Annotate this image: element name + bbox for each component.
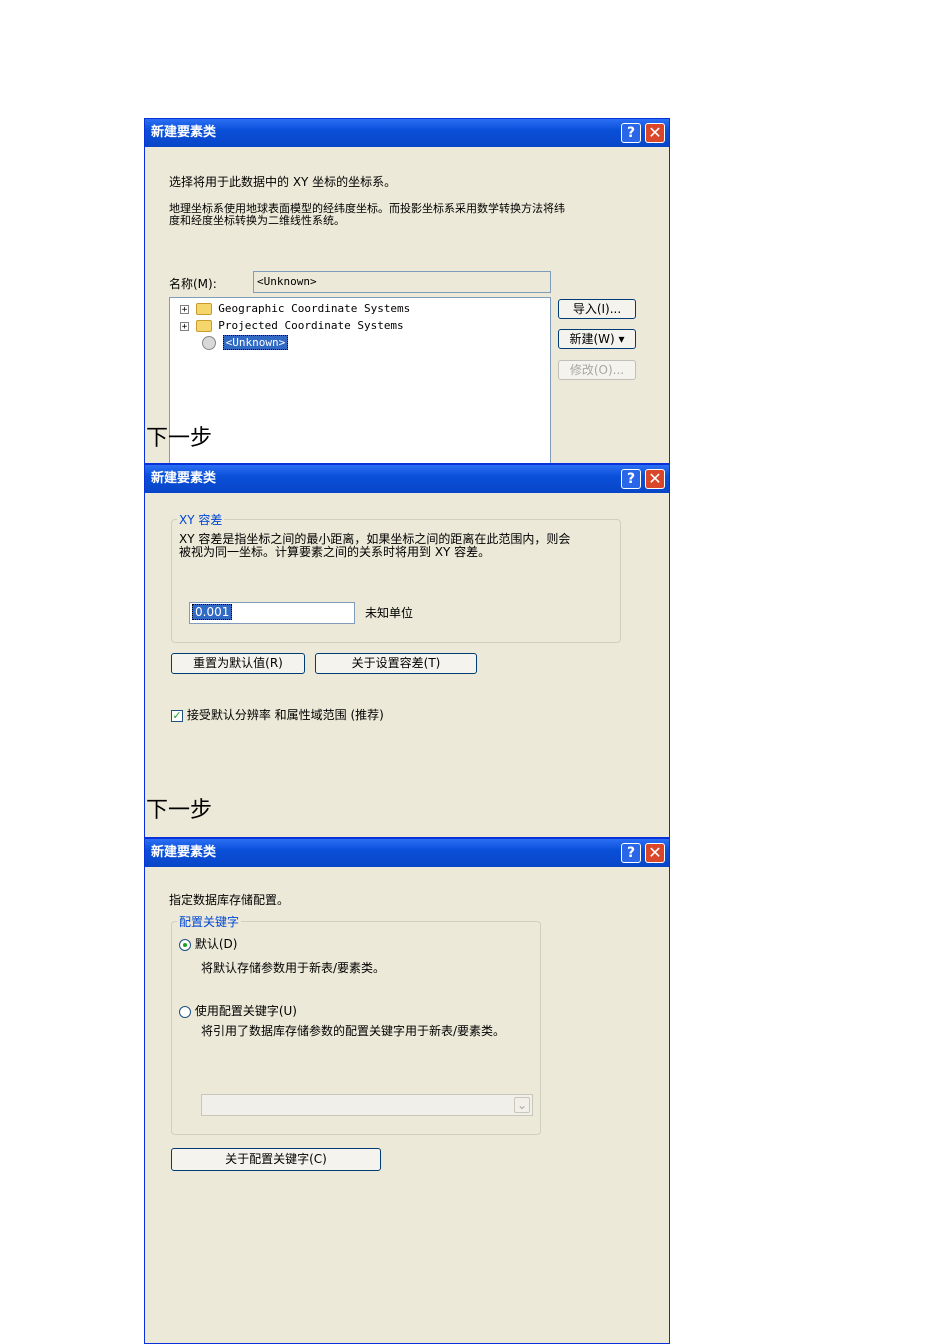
chevron-down-icon: ▾: [618, 332, 625, 346]
configuration-keyword-select: ⌄: [201, 1094, 533, 1116]
title-bar: 新建要素类 ? ✕: [145, 119, 669, 147]
chevron-down-icon: ⌄: [514, 1097, 530, 1113]
check-icon[interactable]: ✓: [171, 709, 183, 722]
help-button[interactable]: ?: [621, 123, 641, 143]
tolerance-value: 0.001: [192, 604, 233, 620]
intro-text: 指定数据库存储配置。: [169, 893, 290, 907]
about-keyword-button[interactable]: 关于配置关键字(C): [171, 1148, 381, 1171]
unit-label: 未知单位: [365, 606, 414, 620]
expand-icon[interactable]: +: [180, 304, 189, 314]
help-button[interactable]: ?: [621, 469, 641, 489]
tolerance-input[interactable]: 0.001: [189, 602, 355, 624]
description-text: XY 容差是指坐标之间的最小距离，如果坐标之间的距离在此范围内，则会 被视为同一…: [179, 533, 570, 559]
close-button[interactable]: ✕: [645, 843, 665, 863]
folder-icon: [195, 320, 212, 332]
folder-icon: [195, 303, 212, 315]
tree-item-geographic[interactable]: + Geographic Coordinate Systems: [180, 302, 410, 315]
radio-label: 使用配置关键字(U): [194, 1004, 297, 1018]
import-button[interactable]: 导入(I)...: [558, 299, 636, 319]
accept-default-checkbox[interactable]: ✓ 接受默认分辨率 和属性域范围 (推荐): [171, 706, 384, 723]
about-tolerance-button[interactable]: 关于设置容差(T): [315, 653, 477, 674]
xy-tolerance-dialog: 新建要素类 ? ✕ XY 容差 XY 容差是指坐标之间的最小距离，如果坐标之间的…: [144, 464, 670, 838]
tree-item-unknown[interactable]: <Unknown>: [202, 335, 289, 350]
description-line: 度和经度坐标转换为二维线性系统。: [169, 214, 345, 227]
tree-item-label: <Unknown>: [222, 335, 289, 350]
tree-item-label: Projected Coordinate Systems: [218, 319, 404, 332]
dialog-title: 新建要素类: [151, 125, 217, 140]
description-text: 地理坐标系使用地球表面模型的经纬度坐标。而投影坐标系采用数学转换方法将纬 度和经…: [169, 203, 565, 227]
title-bar: 新建要素类 ? ✕: [145, 839, 669, 867]
default-description: 将默认存储参数用于新表/要素类。: [201, 961, 386, 975]
checkbox-label: 接受默认分辨率 和属性域范围 (推荐): [186, 708, 384, 722]
radio-label: 默认(D): [194, 937, 238, 951]
new-button[interactable]: 新建(W) ▾: [558, 329, 636, 349]
use-keyword-radio[interactable]: 使用配置关键字(U): [179, 1002, 297, 1019]
intro-text: 选择将用于此数据中的 XY 坐标的坐标系。: [169, 175, 397, 189]
group-label: XY 容差: [177, 511, 225, 528]
expand-icon[interactable]: +: [180, 321, 189, 331]
name-label: 名称(M):: [169, 277, 217, 291]
group-label: 配置关键字: [177, 913, 242, 930]
tree-item-projected[interactable]: + Projected Coordinate Systems: [180, 319, 404, 332]
next-step-label: 下一步: [146, 426, 213, 451]
new-button-label: 新建(W): [569, 332, 615, 346]
radio-selected-icon[interactable]: [179, 938, 191, 951]
dialog-title: 新建要素类: [151, 471, 217, 486]
radio-icon[interactable]: [179, 1005, 191, 1018]
dialog-title: 新建要素类: [151, 845, 217, 860]
configuration-keyword-dialog: 新建要素类 ? ✕ 指定数据库存储配置。 配置关键字 默认(D) 将默认存储参数…: [144, 838, 670, 1344]
coordinate-system-tree[interactable]: + Geographic Coordinate Systems + Projec…: [169, 297, 551, 463]
reset-default-button[interactable]: 重置为默认值(R): [171, 653, 305, 674]
use-keyword-description: 将引用了数据库存储参数的配置关键字用于新表/要素类。: [201, 1024, 506, 1038]
coordinate-system-dialog: 新建要素类 ? ✕ 选择将用于此数据中的 XY 坐标的坐标系。 地理坐标系使用地…: [144, 118, 670, 464]
close-button[interactable]: ✕: [645, 469, 665, 489]
name-field: <Unknown>: [253, 271, 551, 293]
help-button[interactable]: ?: [621, 843, 641, 863]
tree-item-label: Geographic Coordinate Systems: [218, 302, 411, 315]
default-radio[interactable]: 默认(D): [179, 935, 237, 952]
description-line: 被视为同一坐标。计算要素之间的关系时将用到 XY 容差。: [179, 545, 491, 559]
close-button[interactable]: ✕: [645, 123, 665, 143]
next-step-label: 下一步: [146, 798, 213, 823]
modify-button: 修改(O)...: [558, 360, 636, 380]
title-bar: 新建要素类 ? ✕: [145, 465, 669, 493]
globe-icon: [202, 336, 216, 350]
